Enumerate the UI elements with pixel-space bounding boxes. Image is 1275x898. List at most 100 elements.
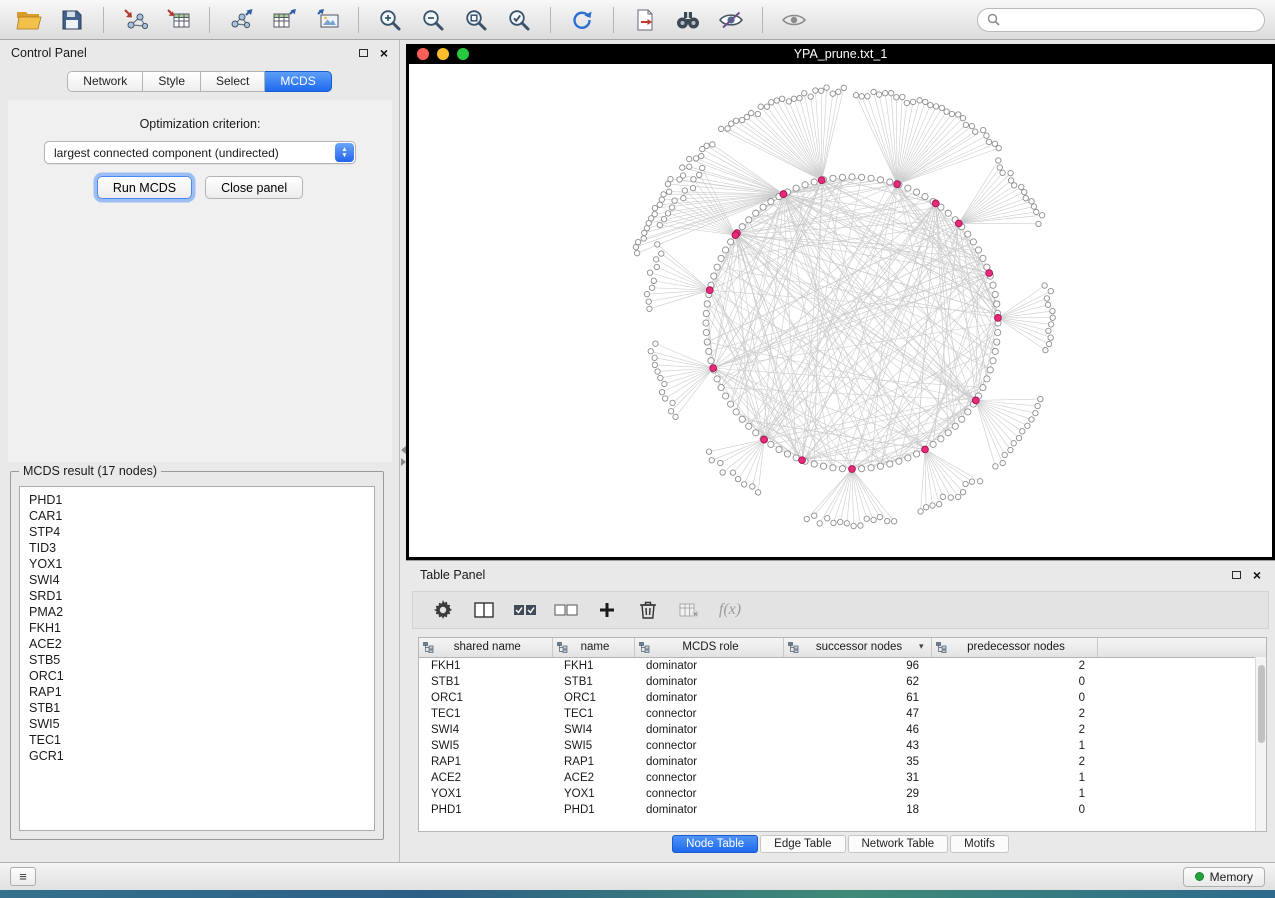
graph-node[interactable] — [793, 185, 799, 191]
graph-node[interactable] — [657, 222, 662, 227]
graph-node[interactable] — [949, 111, 954, 116]
graph-node[interactable] — [741, 482, 746, 487]
graph-hub-node[interactable] — [780, 191, 787, 198]
graph-node[interactable] — [1008, 170, 1013, 175]
graph-node[interactable] — [703, 329, 709, 335]
graph-node[interactable] — [975, 247, 981, 253]
mcds-result-node[interactable]: TID3 — [29, 540, 365, 556]
graph-node[interactable] — [955, 494, 960, 499]
mcds-result-node[interactable]: SWI4 — [29, 572, 365, 588]
graph-node[interactable] — [644, 226, 649, 231]
graph-node[interactable] — [758, 104, 763, 109]
graph-node[interactable] — [711, 273, 717, 279]
graph-node[interactable] — [1008, 447, 1013, 452]
graph-node[interactable] — [811, 179, 817, 185]
mcds-result-node[interactable]: PHD1 — [29, 492, 365, 508]
graph-node[interactable] — [725, 126, 730, 131]
close-mcds-panel-button[interactable]: Close panel — [205, 176, 303, 199]
graph-node[interactable] — [959, 416, 965, 422]
graph-node[interactable] — [652, 355, 657, 360]
graph-node[interactable] — [691, 177, 696, 182]
mcds-result-node[interactable]: GCR1 — [29, 748, 365, 764]
graph-hub-node[interactable] — [894, 181, 901, 188]
tab-mcds[interactable]: MCDS — [265, 71, 331, 92]
graph-node[interactable] — [1036, 221, 1041, 226]
graph-hub-node[interactable] — [710, 365, 717, 372]
graph-node[interactable] — [1020, 429, 1025, 434]
graph-node[interactable] — [654, 264, 659, 269]
network-canvas[interactable] — [409, 64, 1272, 557]
graph-node[interactable] — [956, 112, 961, 117]
graph-node[interactable] — [1046, 341, 1051, 346]
graph-node[interactable] — [1011, 441, 1016, 446]
memory-button[interactable]: Memory — [1183, 867, 1265, 887]
graph-node[interactable] — [851, 523, 856, 528]
show-all-button[interactable] — [775, 4, 813, 36]
graph-node[interactable] — [648, 349, 653, 354]
graph-hub-node[interactable] — [849, 466, 856, 473]
graph-node[interactable] — [963, 122, 968, 127]
graph-node[interactable] — [986, 139, 991, 144]
export-table-button[interactable] — [265, 4, 303, 36]
graph-node[interactable] — [1038, 396, 1043, 401]
graph-node[interactable] — [690, 185, 695, 190]
column-header-name[interactable]: name — [552, 638, 634, 657]
graph-node[interactable] — [669, 205, 674, 210]
mcds-result-node[interactable]: TEC1 — [29, 732, 365, 748]
graph-node[interactable] — [980, 384, 986, 390]
table-options-button[interactable] — [431, 597, 455, 623]
graph-node[interactable] — [666, 189, 671, 194]
save-session-button[interactable] — [53, 4, 91, 36]
graph-node[interactable] — [977, 479, 982, 484]
table-scrollbar-thumb[interactable] — [1258, 665, 1265, 743]
graph-node[interactable] — [905, 455, 911, 461]
graph-node[interactable] — [910, 99, 915, 104]
graph-node[interactable] — [1050, 308, 1055, 313]
graph-node[interactable] — [668, 176, 673, 181]
graph-node[interactable] — [937, 502, 942, 507]
graph-node[interactable] — [1019, 184, 1024, 189]
graph-node[interactable] — [969, 479, 974, 484]
graph-node[interactable] — [714, 264, 720, 270]
graph-node[interactable] — [1035, 403, 1040, 408]
graph-node[interactable] — [839, 466, 845, 472]
graph-node[interactable] — [970, 239, 976, 245]
graph-node[interactable] — [960, 489, 965, 494]
graph-node[interactable] — [1002, 452, 1007, 457]
deselect-all-button[interactable] — [554, 597, 578, 623]
graph-node[interactable] — [992, 141, 997, 146]
graph-node[interactable] — [864, 516, 869, 521]
table-row-PHD1[interactable]: PHD1PHD1dominator180 — [419, 802, 1266, 818]
graph-node[interactable] — [722, 247, 728, 253]
graph-node[interactable] — [699, 153, 704, 158]
graph-node[interactable] — [779, 96, 784, 101]
graph-node[interactable] — [661, 192, 666, 197]
graph-node[interactable] — [784, 451, 790, 457]
graph-node[interactable] — [904, 100, 909, 105]
graph-node[interactable] — [652, 211, 657, 216]
graph-node[interactable] — [668, 409, 673, 414]
graph-node[interactable] — [808, 94, 813, 99]
column-header-shared-name[interactable]: shared name — [419, 638, 552, 657]
graph-node[interactable] — [990, 358, 996, 364]
graph-hub-node[interactable] — [799, 457, 806, 464]
zoom-fit-button[interactable] — [457, 4, 495, 36]
graph-node[interactable] — [992, 291, 998, 297]
graph-node[interactable] — [965, 409, 971, 415]
graph-node[interactable] — [649, 285, 654, 290]
table-scrollbar[interactable] — [1255, 657, 1266, 831]
graph-node[interactable] — [708, 358, 714, 364]
select-all-button[interactable] — [513, 597, 537, 623]
graph-node[interactable] — [687, 164, 692, 169]
graph-node[interactable] — [980, 127, 985, 132]
graph-node[interactable] — [939, 105, 944, 110]
graph-node[interactable] — [744, 114, 749, 119]
graph-node[interactable] — [703, 320, 709, 326]
zoom-in-button[interactable] — [371, 4, 409, 36]
graph-node[interactable] — [753, 210, 759, 216]
graph-node[interactable] — [730, 470, 735, 475]
graph-node[interactable] — [923, 505, 928, 510]
graph-node[interactable] — [718, 460, 723, 465]
graph-node[interactable] — [635, 239, 640, 244]
maximize-window-icon[interactable] — [457, 48, 469, 60]
